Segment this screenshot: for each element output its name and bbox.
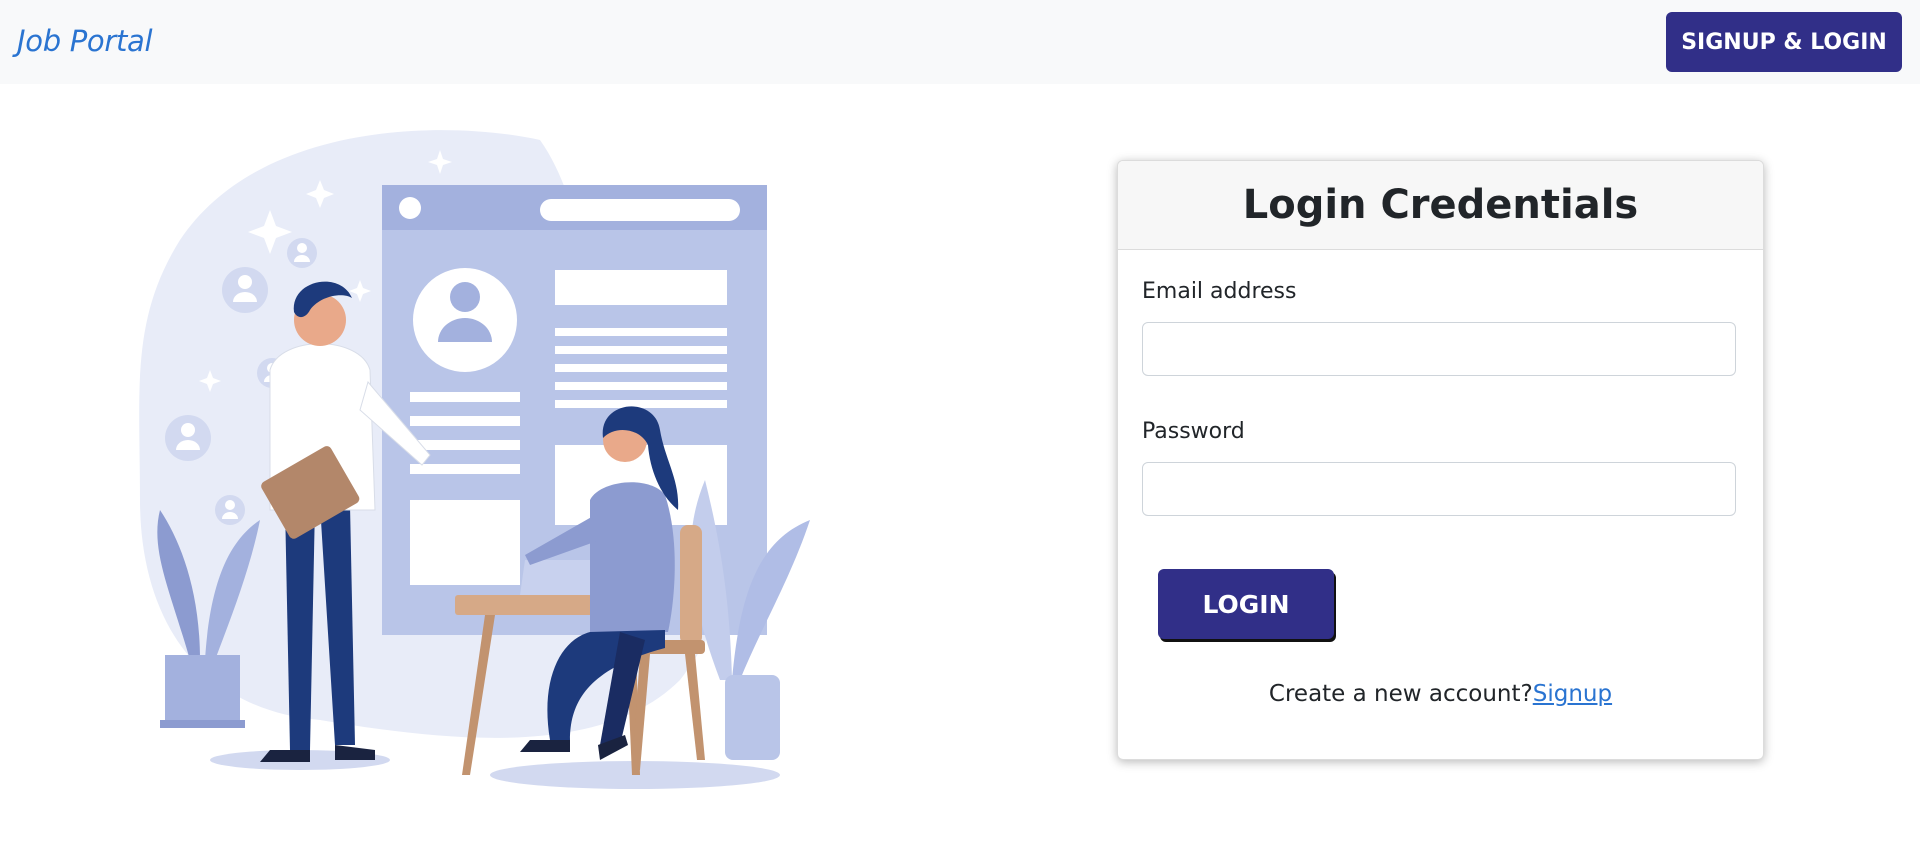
signup-link[interactable]: Signup — [1533, 681, 1612, 707]
signup-prompt-text: Create a new account? — [1268, 681, 1533, 707]
login-card-header: Login Credentials — [1118, 161, 1763, 250]
login-card-title: Login Credentials — [1242, 182, 1639, 228]
login-card: Login Credentials Email address Password… — [1117, 160, 1764, 760]
email-label: Email address — [1142, 279, 1297, 304]
brand-logo[interactable]: Job Portal — [17, 24, 153, 58]
signup-prompt-line: Create a new account?Signup — [1118, 681, 1763, 707]
signup-login-button[interactable]: SIGNUP & LOGIN — [1666, 12, 1902, 72]
login-button[interactable]: LOGIN — [1158, 569, 1334, 639]
job-portal-illustration — [139, 130, 810, 789]
password-input[interactable] — [1142, 462, 1736, 516]
top-navbar: Job Portal SIGNUP & LOGIN — [0, 0, 1920, 84]
password-label: Password — [1142, 419, 1245, 444]
email-input[interactable] — [1142, 322, 1736, 376]
